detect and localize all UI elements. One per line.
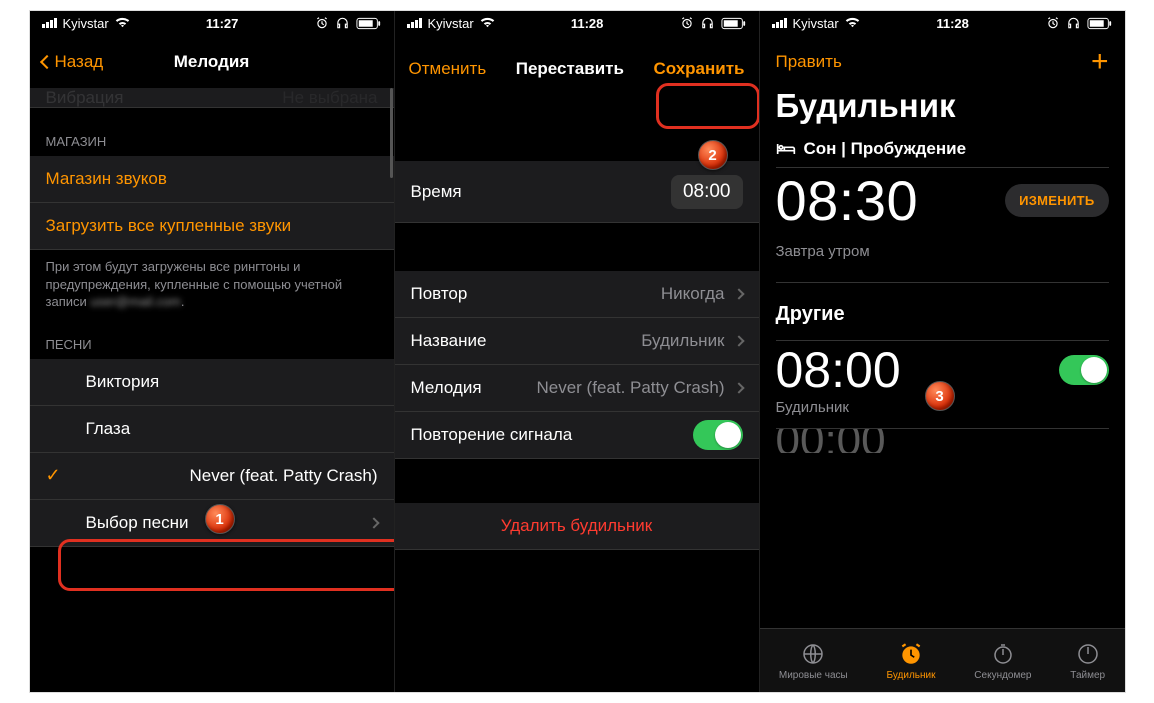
page-title: Будильник: [760, 83, 1125, 139]
chevron-right-icon: [733, 288, 744, 299]
alarm-toggle[interactable]: [1059, 355, 1109, 385]
tomorrow-label: Завтра утром: [760, 233, 1125, 282]
navbar: Назад Мелодия: [30, 35, 394, 88]
status-bar: Kyivstar 11:28: [760, 11, 1125, 35]
screen-alarm-list: Kyivstar 11:28 Править + Будильник Сон |…: [760, 11, 1125, 692]
headphones-icon: [335, 16, 350, 30]
repeat-row[interactable]: ПовторНикогда: [395, 271, 759, 318]
save-button[interactable]: Сохранить: [653, 59, 744, 79]
scrollbar[interactable]: [390, 88, 393, 178]
globe-icon: [800, 641, 826, 667]
change-button[interactable]: ИЗМЕНИТЬ: [1005, 184, 1108, 217]
status-time: 11:27: [206, 16, 239, 31]
song-item-selected[interactable]: ✓Never (feat. Patty Crash): [30, 453, 394, 500]
chevron-right-icon: [733, 382, 744, 393]
sleep-wake-header: Сон | Пробуждение: [760, 139, 1125, 163]
snooze-toggle[interactable]: [693, 420, 743, 450]
tab-world-clock[interactable]: Мировые часы: [779, 641, 848, 681]
back-button[interactable]: Назад: [42, 52, 104, 72]
wake-time: 08:30: [776, 168, 919, 233]
chevron-right-icon: [733, 335, 744, 346]
songs-header: ПЕСНИ: [30, 311, 394, 359]
alarm-label-0: Будильник: [760, 399, 1125, 428]
add-alarm-button[interactable]: +: [1091, 45, 1109, 79]
delete-alarm-button[interactable]: Удалить будильник: [395, 503, 759, 550]
checkmark-icon: ✓: [46, 465, 86, 486]
sound-store-link[interactable]: Магазин звуков: [30, 156, 394, 203]
song-item-0[interactable]: Виктория: [30, 359, 394, 406]
bed-icon: [776, 142, 796, 156]
stopwatch-icon: [990, 641, 1016, 667]
tab-alarm[interactable]: Будильник: [887, 641, 936, 681]
timer-icon: [1075, 641, 1101, 667]
download-all-link[interactable]: Загрузить все купленные звуки: [30, 203, 394, 250]
status-bar: Kyivstar 11:28: [395, 11, 759, 35]
alarm-clock-icon: [898, 641, 924, 667]
sleep-time-row: 08:30 ИЗМЕНИТЬ: [760, 168, 1125, 233]
name-row[interactable]: НазваниеБудильник: [395, 318, 759, 365]
song-item-1[interactable]: Глаза: [30, 406, 394, 453]
status-bar: Kyivstar 11:27: [30, 11, 394, 35]
alarm-row-partial[interactable]: 00:00: [760, 429, 1125, 453]
screen-edit-alarm: Kyivstar 11:28 Отменить Переставить Сохр…: [395, 11, 760, 692]
other-header: Другие: [760, 303, 1125, 332]
store-header: МАГАЗИН: [30, 108, 394, 156]
store-footer: При этом будут загружены все рингтоны и …: [30, 250, 394, 311]
tab-stopwatch[interactable]: Секундомер: [974, 641, 1031, 681]
cancel-button[interactable]: Отменить: [409, 59, 487, 79]
nav-title: Мелодия: [174, 52, 250, 72]
vibration-row[interactable]: ВибрацияНе выбрана: [30, 88, 394, 108]
battery-icon: [356, 17, 382, 30]
navbar: Отменить Переставить Сохранить: [395, 35, 759, 103]
tab-bar: Мировые часы Будильник Секундомер Таймер: [760, 628, 1125, 692]
time-value[interactable]: 08:00: [671, 175, 743, 209]
song-picker[interactable]: Выбор песни: [30, 500, 394, 547]
wifi-icon: [115, 17, 130, 29]
time-label: Время: [411, 182, 462, 202]
chevron-left-icon: [39, 54, 53, 68]
sound-row[interactable]: МелодияNever (feat. Patty Crash): [395, 365, 759, 412]
carrier: Kyivstar: [63, 16, 109, 31]
back-label: Назад: [55, 52, 104, 72]
tab-timer[interactable]: Таймер: [1070, 641, 1105, 681]
content: ВибрацияНе выбрана МАГАЗИН Магазин звуко…: [30, 88, 394, 692]
chevron-right-icon: [368, 517, 379, 528]
content: Время 08:00 ПовторНикогда НазваниеБудиль…: [395, 103, 759, 692]
alarm-icon: [315, 16, 329, 30]
snooze-row[interactable]: Повторение сигнала: [395, 412, 759, 459]
nav-title: Переставить: [516, 59, 624, 79]
alarm-row-0[interactable]: 08:00: [760, 341, 1125, 399]
time-row[interactable]: Время 08:00: [395, 161, 759, 223]
edit-button[interactable]: Править: [776, 52, 842, 72]
screen-melody: Kyivstar 11:27 Назад Мелодия ВибрацияНе …: [30, 11, 395, 692]
